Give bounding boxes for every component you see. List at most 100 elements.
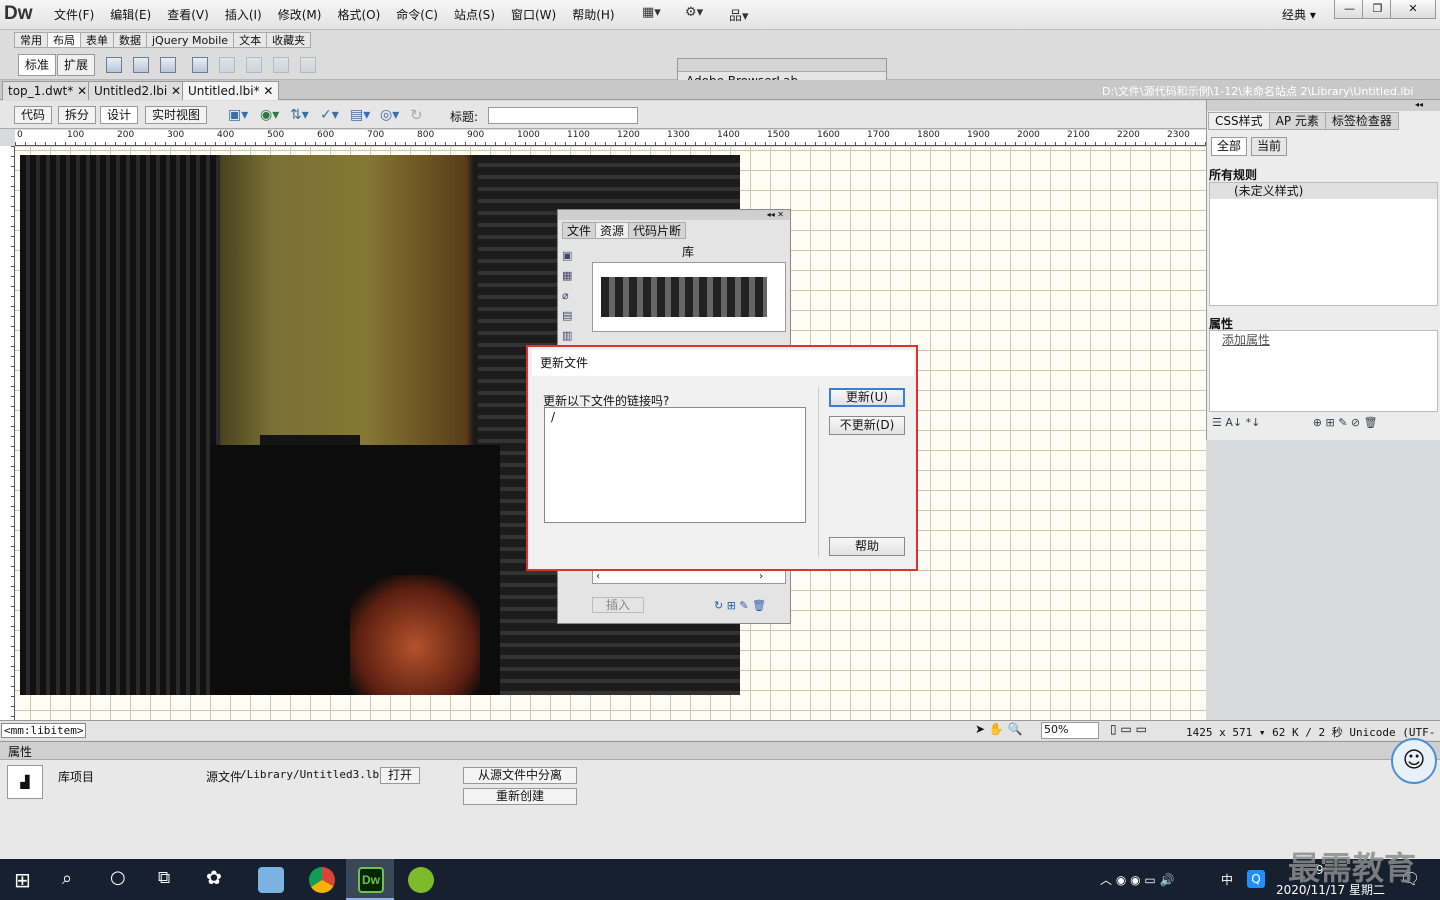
preview-browser-icon[interactable]: ◉▾ — [260, 107, 279, 123]
dont-update-button[interactable]: 不更新(D) — [829, 416, 905, 435]
site-icon[interactable]: 品▾ — [729, 5, 749, 24]
source-path: /Library/Untitled3.lbi — [240, 768, 386, 781]
file-list[interactable]: / — [544, 407, 806, 523]
maximize-button[interactable]: ❐ — [1362, 0, 1393, 19]
css-rules-list[interactable]: (未定义样式) — [1209, 182, 1438, 306]
properties-tab[interactable]: 属性 — [8, 743, 32, 760]
design-view-button[interactable]: 设计 — [100, 106, 139, 124]
workspace-switcher[interactable]: 经典 ▾ — [1282, 6, 1316, 23]
file-management-icon[interactable]: ⇅▾ — [290, 107, 309, 123]
assets-collapse-bar[interactable]: ◂◂ ✕ — [558, 210, 790, 220]
start-icon[interactable]: ⊞ — [14, 868, 31, 892]
tray-icons[interactable]: ︿ ◉ ◉ ▭ 🔊 — [1100, 871, 1174, 888]
cortana-icon[interactable]: ○ — [110, 867, 126, 888]
ruler-mark: 900 — [467, 130, 485, 140]
tag-selector[interactable]: <mm:libitem> — [1, 723, 87, 738]
gear-icon[interactable]: ⚙▾ — [685, 5, 703, 20]
css-current-button[interactable]: 当前 — [1251, 137, 1288, 156]
doc-tab-top1[interactable]: top_1.dwt* ✕ — [2, 81, 94, 100]
tab-jquery-mobile[interactable]: jQuery Mobile — [147, 32, 235, 48]
insert-fluid-grid-icon[interactable] — [160, 57, 176, 73]
minimize-button[interactable]: — — [1334, 0, 1365, 19]
status-bar: <mm:libitem> ➤ ✋ 🔍 50% ▯ ▭ ▭ 1425 x 571 … — [0, 720, 1440, 753]
horizontal-ruler: 0 100 200 300 400 500 600 700 800 900 10… — [15, 130, 1206, 146]
update-button[interactable]: 更新(U) — [829, 388, 905, 407]
add-property-link[interactable]: 添加属性 — [1222, 331, 1270, 348]
tab-tag-inspector[interactable]: 标签检查器 — [1325, 112, 1399, 130]
menu-help[interactable]: 帮助(H) — [564, 6, 622, 24]
recreate-button[interactable]: 重新创建 — [463, 788, 577, 805]
panel-collapse-bar[interactable]: ◂◂ — [1207, 100, 1440, 111]
tab-common[interactable]: 常用 — [14, 32, 48, 48]
insert-button[interactable]: 插入 — [592, 597, 644, 613]
insert-div-icon[interactable] — [106, 57, 122, 73]
search-icon[interactable]: ⌕ — [62, 868, 72, 889]
menu-site[interactable]: 站点(S) — [446, 6, 503, 24]
dialog-titlebar — [532, 350, 914, 376]
tab-layout[interactable]: 布局 — [48, 32, 81, 48]
tab-css-styles[interactable]: CSS样式 — [1208, 112, 1270, 130]
main-menu: 文件(F) 编辑(E) 查看(V) 插入(I) 修改(M) 格式(O) 命令(C… — [46, 6, 623, 24]
window-size-icons[interactable]: ▯ ▭ ▭ — [1110, 722, 1147, 736]
tab-forms[interactable]: 表单 — [81, 32, 114, 48]
doc-tab-label: Untitled.lbi* — [188, 84, 260, 98]
menu-bar: Dw 文件(F) 编辑(E) 查看(V) 插入(I) 修改(M) 格式(O) 命… — [0, 0, 1440, 30]
close-button[interactable]: ✕ — [1390, 0, 1436, 19]
live-view-button[interactable]: 实时视图 — [145, 106, 208, 124]
tab-data[interactable]: 数据 — [114, 32, 147, 48]
tab-ap-elements[interactable]: AP 元素 — [1269, 112, 1326, 130]
title-input[interactable] — [488, 107, 638, 124]
menu-edit[interactable]: 编辑(E) — [102, 6, 159, 24]
qq-icon[interactable]: Q — [1247, 870, 1265, 888]
visual-aids-icon[interactable]: ▤▾ — [350, 107, 370, 123]
app-pinwheel-icon[interactable]: ✿ — [206, 867, 222, 889]
detach-button[interactable]: 从源文件中分离 — [463, 767, 577, 784]
assistant-avatar[interactable]: ☺ — [1391, 738, 1437, 784]
refresh-icon[interactable]: ↻ — [410, 106, 423, 124]
table-merge-icon — [300, 57, 316, 73]
split-view-button[interactable]: 拆分 — [58, 106, 97, 124]
multiscreen-icon[interactable]: ▣▾ — [228, 107, 248, 123]
expanded-mode-button[interactable]: 扩展 — [57, 54, 96, 76]
tab-favorites[interactable]: 收藏夹 — [267, 32, 312, 48]
tab-files[interactable]: 文件 — [562, 222, 597, 239]
properties-panel: 属性 ▟ 库项目 源文件 /Library/Untitled3.lbi 打开 从… — [0, 738, 1440, 859]
ruler-mark: 700 — [367, 130, 385, 140]
insert-table-icon[interactable] — [192, 57, 208, 73]
zoom-select[interactable]: 50% — [1041, 722, 1099, 739]
asset-hscroll[interactable]: ‹ › — [592, 570, 786, 584]
css-all-button[interactable]: 全部 — [1211, 137, 1248, 156]
help-button[interactable]: 帮助 — [829, 537, 905, 556]
code-view-button[interactable]: 代码 — [14, 106, 53, 124]
menu-window[interactable]: 窗口(W) — [503, 6, 564, 24]
app-notes-icon[interactable] — [258, 867, 284, 893]
dreamweaver-taskbar-icon[interactable]: Dw — [358, 867, 384, 893]
ime-indicator[interactable]: 中 — [1221, 871, 1233, 888]
menu-commands[interactable]: 命令(C) — [388, 6, 446, 24]
file-list-item[interactable]: / — [551, 410, 799, 424]
tab-assets[interactable]: 资源 — [596, 222, 630, 239]
standard-mode-button[interactable]: 标准 — [18, 54, 57, 76]
status-tool-icons[interactable]: ➤ ✋ 🔍 — [975, 722, 1023, 736]
menu-modify[interactable]: 修改(M) — [270, 6, 330, 24]
menu-file[interactable]: 文件(F) — [46, 6, 102, 24]
check-browser-icon[interactable]: ✓▾ — [320, 107, 339, 123]
insert-ap-div-icon[interactable] — [133, 57, 149, 73]
open-button[interactable]: 打开 — [380, 767, 420, 784]
doc-tab-untitled[interactable]: Untitled.lbi* ✕ — [182, 81, 280, 100]
doc-tab-untitled2[interactable]: Untitled2.lbi ✕ — [88, 81, 188, 100]
css-rule-item[interactable]: (未定义样式) — [1210, 183, 1437, 199]
app-ball-icon[interactable] — [408, 867, 434, 893]
inspect-icon[interactable]: ◎▾ — [380, 107, 399, 123]
menu-format[interactable]: 格式(O) — [329, 6, 388, 24]
menu-view[interactable]: 查看(V) — [159, 6, 217, 24]
menu-insert[interactable]: 插入(I) — [217, 6, 270, 24]
asset-action-icons[interactable]: ↻ ⊞ ✎ 🗑 — [714, 599, 766, 612]
task-view-icon[interactable]: ⧉ — [158, 868, 170, 888]
layout-icon[interactable]: ▦▾ — [642, 5, 661, 20]
tab-text[interactable]: 文本 — [234, 32, 268, 48]
css-panel-footer-icons[interactable]: ☰ A↓ *↓ ⊕ ⊞ ✎ ⊘ 🗑 — [1212, 416, 1378, 429]
css-properties-list: 添加属性 — [1209, 330, 1438, 412]
tab-snippets[interactable]: 代码片断 — [629, 222, 687, 239]
chrome-icon[interactable] — [309, 867, 335, 893]
